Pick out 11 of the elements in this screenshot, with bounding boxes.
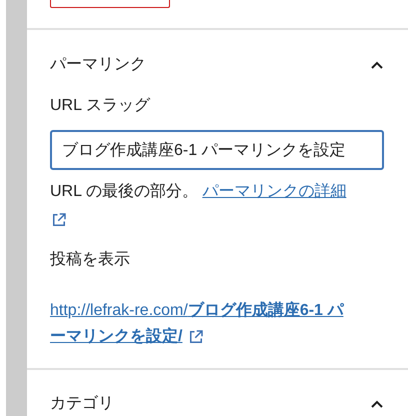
- external-link-icon: [50, 210, 68, 229]
- chevron-up-icon[interactable]: [370, 60, 384, 70]
- view-post-label: 投稿を表示: [50, 250, 131, 270]
- slug-input-field[interactable]: ブログ作成講座6-1 パーマリンクを設定: [50, 130, 384, 170]
- permalink-help-link[interactable]: パーマリンクの詳細: [202, 183, 346, 200]
- help-text: URL の最後の部分。: [50, 183, 198, 200]
- section-title[interactable]: パーマリンク: [50, 53, 146, 77]
- field-label: URL スラッグ: [50, 96, 152, 116]
- outlined-button[interactable]: [50, 0, 170, 8]
- section-title[interactable]: カテゴリ: [50, 392, 114, 416]
- chevron-up-icon[interactable]: [370, 400, 384, 408]
